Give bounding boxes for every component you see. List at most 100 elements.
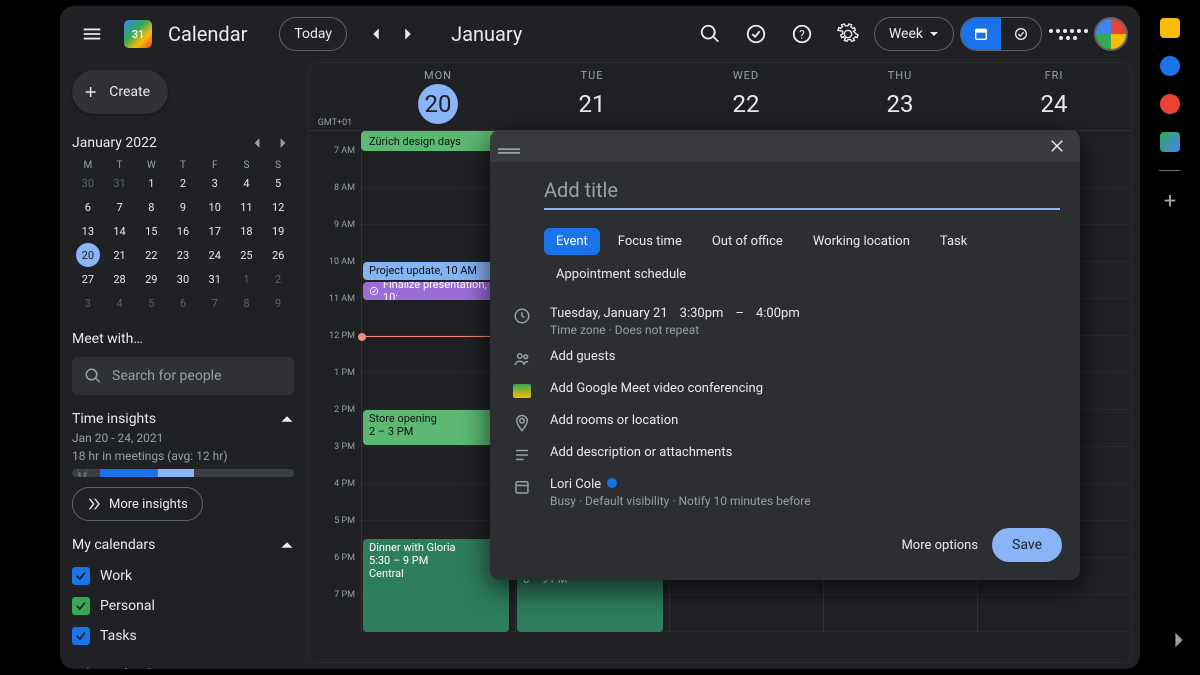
mini-day[interactable]: 4: [234, 171, 258, 195]
event-type-tab[interactable]: Working location: [801, 228, 922, 255]
event-title-input[interactable]: Add title: [544, 178, 1060, 210]
add-description-button[interactable]: Add description or attachments: [550, 445, 1060, 460]
calendar-event[interactable]: Store opening2 – 3 PM: [363, 410, 509, 445]
event-type-tab[interactable]: Task: [928, 228, 979, 255]
mini-day[interactable]: 3: [76, 291, 100, 315]
event-type-tab[interactable]: Focus time: [606, 228, 694, 255]
event-owner[interactable]: Lori Cole: [550, 477, 1060, 492]
event-type-tab[interactable]: Event: [544, 228, 600, 255]
mini-day[interactable]: 4: [108, 291, 132, 315]
calendar-item[interactable]: Tasks: [72, 621, 294, 651]
other-calendars-header[interactable]: Other calendars: [72, 667, 294, 669]
create-button[interactable]: Create: [72, 70, 168, 114]
save-button[interactable]: Save: [992, 528, 1062, 562]
maps-icon[interactable]: [1160, 132, 1180, 152]
addons-plus-icon[interactable]: +: [1164, 189, 1176, 214]
mini-day[interactable]: 5: [266, 171, 290, 195]
timezone-repeat-label[interactable]: Time zone · Does not repeat: [550, 323, 1060, 337]
time-insights-header[interactable]: Time insights: [72, 411, 294, 427]
account-avatar[interactable]: [1094, 17, 1128, 51]
mini-day[interactable]: 31: [203, 267, 227, 291]
mini-day[interactable]: 19: [266, 219, 290, 243]
event-time[interactable]: Tuesday, January 213:30pm–4:00pm: [550, 306, 1060, 321]
mini-day[interactable]: 18: [234, 219, 258, 243]
today-button[interactable]: Today: [279, 17, 347, 51]
mini-day[interactable]: 3: [203, 171, 227, 195]
main-menu-icon[interactable]: [72, 14, 112, 54]
mini-day[interactable]: 16: [171, 219, 195, 243]
mini-day[interactable]: 28: [108, 267, 132, 291]
search-icon[interactable]: [690, 14, 730, 54]
mini-day[interactable]: 31: [108, 171, 132, 195]
tasks-icon[interactable]: [1160, 56, 1180, 76]
next-period-button[interactable]: [393, 19, 423, 49]
mini-day[interactable]: 2: [171, 171, 195, 195]
mini-day[interactable]: 1: [139, 171, 163, 195]
mini-prev-month[interactable]: [246, 132, 268, 154]
mini-day[interactable]: 20: [76, 243, 100, 267]
mini-day[interactable]: 30: [171, 267, 195, 291]
tasks-done-icon[interactable]: [736, 14, 776, 54]
mini-day[interactable]: 14: [108, 219, 132, 243]
mini-day[interactable]: 10: [203, 195, 227, 219]
day-header[interactable]: THU23: [823, 63, 977, 130]
my-calendars-header[interactable]: My calendars: [72, 537, 294, 553]
mini-day[interactable]: 8: [234, 291, 258, 315]
add-location-button[interactable]: Add rooms or location: [550, 413, 1060, 428]
mini-day[interactable]: 30: [76, 171, 100, 195]
close-icon[interactable]: [1042, 131, 1072, 161]
mini-day[interactable]: 22: [139, 243, 163, 267]
day-header[interactable]: FRI24: [977, 63, 1131, 130]
mini-day[interactable]: 7: [203, 291, 227, 315]
mini-day[interactable]: 1: [234, 267, 258, 291]
event-type-tab[interactable]: Out of office: [700, 228, 795, 255]
calendar-event[interactable]: Finalize presentation, 10:: [363, 282, 509, 300]
mini-day[interactable]: 7: [108, 195, 132, 219]
mini-day[interactable]: 12: [266, 195, 290, 219]
allday-event[interactable]: Zürich design days: [361, 131, 509, 151]
view-switcher[interactable]: Week: [874, 17, 954, 51]
mini-day[interactable]: 27: [76, 267, 100, 291]
calendar-event[interactable]: Project update, 10 AM: [363, 262, 509, 280]
add-calendar-icon[interactable]: [254, 667, 270, 669]
add-guests-button[interactable]: Add guests: [550, 349, 1060, 364]
calendar-item[interactable]: Personal: [72, 591, 294, 621]
event-type-tab[interactable]: Appointment schedule: [544, 261, 698, 288]
more-options-button[interactable]: More options: [901, 538, 978, 553]
mini-day[interactable]: 8: [139, 195, 163, 219]
day-header[interactable]: WED22: [669, 63, 823, 130]
mini-day[interactable]: 9: [171, 195, 195, 219]
day-header[interactable]: TUE21: [515, 63, 669, 130]
mini-day[interactable]: 6: [76, 195, 100, 219]
mini-day[interactable]: 26: [266, 243, 290, 267]
settings-icon[interactable]: [828, 14, 868, 54]
contacts-icon[interactable]: [1160, 94, 1180, 114]
mini-day[interactable]: 6: [171, 291, 195, 315]
hide-sidepanel-icon[interactable]: [1170, 631, 1188, 653]
mini-day[interactable]: 25: [234, 243, 258, 267]
google-apps-icon[interactable]: [1048, 29, 1088, 40]
calendar-event[interactable]: Dinner with Gloria5:30 – 9 PMCentral: [363, 539, 509, 632]
mini-day[interactable]: 2: [266, 267, 290, 291]
mini-day[interactable]: 23: [171, 243, 195, 267]
mini-day[interactable]: 5: [139, 291, 163, 315]
mini-day[interactable]: 15: [139, 219, 163, 243]
keep-icon[interactable]: [1160, 18, 1180, 38]
more-insights-button[interactable]: More insights: [72, 487, 203, 521]
day-header[interactable]: MON20: [361, 63, 515, 130]
tasks-mode-button[interactable]: [1001, 18, 1041, 50]
add-meet-button[interactable]: Add Google Meet video conferencing: [550, 381, 1060, 396]
search-people-input[interactable]: Search for people: [72, 357, 294, 395]
mini-day[interactable]: 24: [203, 243, 227, 267]
calendar-mode-button[interactable]: [961, 18, 1001, 50]
calendar-item[interactable]: Work: [72, 561, 294, 591]
drag-handle-icon[interactable]: [498, 141, 520, 151]
prev-period-button[interactable]: [361, 19, 391, 49]
mini-day[interactable]: 17: [203, 219, 227, 243]
mini-day[interactable]: 11: [234, 195, 258, 219]
mini-day[interactable]: 29: [139, 267, 163, 291]
mini-next-month[interactable]: [272, 132, 294, 154]
mini-day[interactable]: 21: [108, 243, 132, 267]
mini-day[interactable]: 9: [266, 291, 290, 315]
mini-day[interactable]: 13: [76, 219, 100, 243]
